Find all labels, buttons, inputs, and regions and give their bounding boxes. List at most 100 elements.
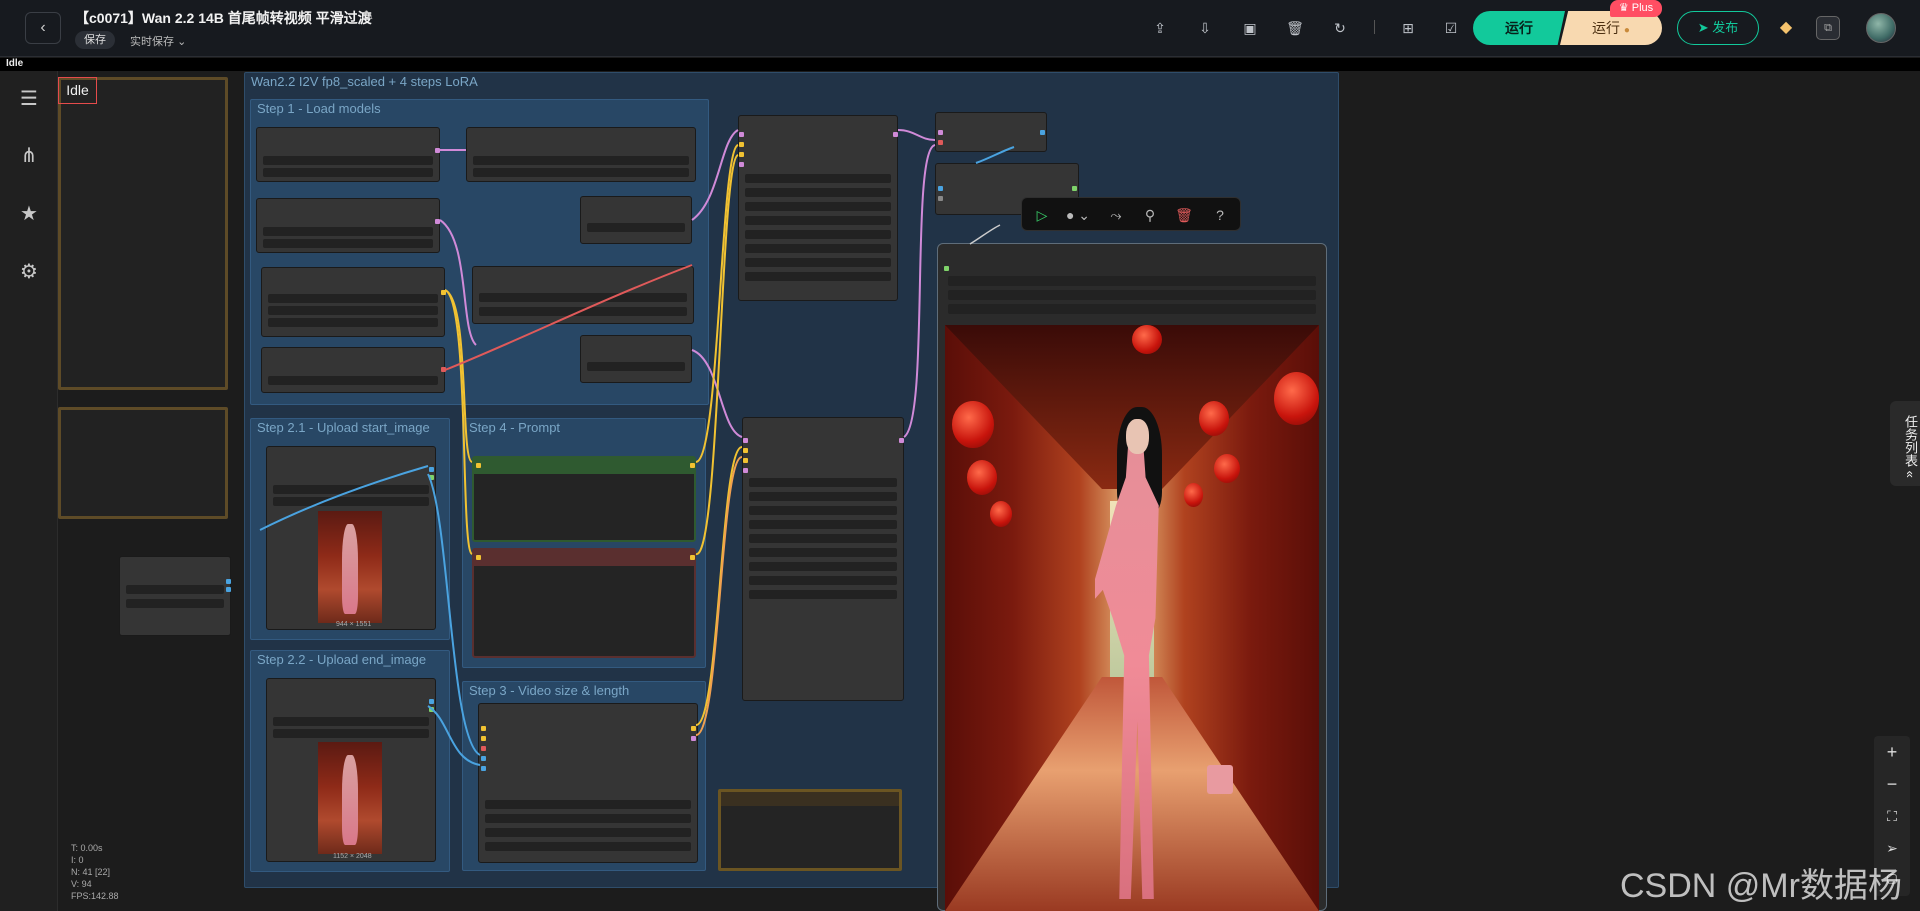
output-port[interactable] <box>435 148 440 153</box>
input-port[interactable] <box>938 140 943 145</box>
first-last-frame-node[interactable] <box>478 703 698 863</box>
output-port[interactable] <box>893 132 898 137</box>
input-port[interactable] <box>739 152 744 157</box>
download-icon[interactable]: ⇩ <box>1195 18 1215 38</box>
output-port[interactable] <box>690 463 695 468</box>
status-text-small: Idle <box>6 58 24 69</box>
lora-loader-node-2[interactable] <box>580 196 692 244</box>
edit-title-icon[interactable]: ✎ <box>363 8 374 24</box>
trash-icon[interactable]: 🗑 <box>1285 18 1305 38</box>
output-port[interactable] <box>691 736 696 741</box>
input-port[interactable] <box>481 746 486 751</box>
input-port[interactable] <box>481 736 486 741</box>
input-port[interactable] <box>743 448 748 453</box>
star-icon[interactable]: ★ <box>17 202 41 226</box>
node-widget <box>263 239 433 248</box>
locate-icon[interactable]: ➢ <box>1882 838 1902 858</box>
output-port[interactable] <box>435 219 440 224</box>
node-widget <box>263 168 433 177</box>
pin-icon[interactable]: ⚲ <box>1140 205 1160 225</box>
bypass-icon[interactable]: ⤳ <box>1106 205 1126 225</box>
input-port[interactable] <box>476 463 481 468</box>
node-widget <box>485 800 691 809</box>
load-image-node-left[interactable] <box>119 556 231 636</box>
vae-decode-node[interactable] <box>935 112 1047 152</box>
output-port[interactable] <box>441 367 446 372</box>
output-port[interactable] <box>429 699 434 704</box>
input-port[interactable] <box>739 132 744 137</box>
node-widget <box>948 304 1316 314</box>
fit-view-icon[interactable]: ⛶ <box>1882 806 1902 826</box>
settings-icon[interactable]: ⚙ <box>17 260 41 284</box>
gpu-icon[interactable]: ⧉ <box>1816 16 1840 40</box>
vae-loader-node[interactable] <box>261 347 446 393</box>
step21-group-title: Step 2.1 - Upload start_image <box>257 420 430 435</box>
brown-group-middle[interactable] <box>58 407 228 519</box>
input-port[interactable] <box>476 555 481 560</box>
grid-icon[interactable]: ⊞ <box>1398 18 1418 38</box>
input-port[interactable] <box>743 458 748 463</box>
input-port[interactable] <box>739 142 744 147</box>
output-port[interactable] <box>690 555 695 560</box>
output-port[interactable] <box>226 587 231 592</box>
output-port[interactable] <box>1040 130 1045 135</box>
unet-loader-node[interactable] <box>256 127 440 182</box>
input-port[interactable] <box>481 756 486 761</box>
input-port[interactable] <box>938 196 943 201</box>
ksampler-node-high[interactable] <box>738 115 898 301</box>
autosave-dropdown[interactable]: 实时保存 ⌄ <box>130 33 186 49</box>
model-sampling-node[interactable] <box>472 266 694 324</box>
video-preview-image <box>945 325 1319 911</box>
input-port[interactable] <box>743 438 748 443</box>
input-port[interactable] <box>938 186 943 191</box>
node-widget <box>268 294 438 303</box>
checklist-icon[interactable]: ☑ <box>1441 18 1461 38</box>
note-node[interactable] <box>718 789 902 871</box>
output-port[interactable] <box>441 290 446 295</box>
back-button[interactable]: ‹ <box>25 12 61 44</box>
save-button[interactable]: 保存 <box>75 31 115 49</box>
output-port[interactable] <box>691 726 696 731</box>
run-button[interactable]: 运行 <box>1473 11 1565 45</box>
document-list-icon[interactable]: ☰ <box>17 87 41 111</box>
ksampler-node-low[interactable] <box>742 417 904 701</box>
node-tree-icon[interactable]: ⋔ <box>17 144 41 168</box>
crown-icon: ♛ <box>1618 2 1629 14</box>
lantern <box>1214 453 1241 484</box>
input-port[interactable] <box>938 130 943 135</box>
lora-loader-node[interactable] <box>466 127 696 182</box>
task-list-tab[interactable]: 任务列表 « <box>1890 401 1920 486</box>
clip-loader-node[interactable] <box>261 267 446 337</box>
help-icon[interactable]: ? <box>1210 205 1230 225</box>
play-icon[interactable]: ▷ <box>1032 205 1052 225</box>
input-port[interactable] <box>944 266 949 271</box>
publish-button[interactable]: ➤ 发布 <box>1677 11 1759 45</box>
output-port[interactable] <box>226 579 231 584</box>
model-sampling-node-2[interactable] <box>580 335 692 383</box>
input-port[interactable] <box>739 162 744 167</box>
zoom-in-icon[interactable]: + <box>1882 742 1902 762</box>
upload-icon[interactable]: ⇪ <box>1150 18 1170 38</box>
node-toolbar: ▷ ● ⌄ ⤳ ⚲ 🗑 ? <box>1021 197 1241 231</box>
negative-prompt-node[interactable] <box>472 548 696 658</box>
output-port[interactable] <box>429 707 434 712</box>
unet-loader-node-2[interactable] <box>256 198 440 253</box>
input-port[interactable] <box>481 726 486 731</box>
output-port[interactable] <box>429 467 434 472</box>
node-widget <box>749 492 897 501</box>
avatar[interactable] <box>1866 13 1896 43</box>
output-port[interactable] <box>1072 186 1077 191</box>
gallery-icon[interactable]: ▣ <box>1240 18 1260 38</box>
node-header <box>474 458 694 474</box>
refresh-icon[interactable]: ↻ <box>1330 18 1350 38</box>
brown-group-top[interactable] <box>58 77 228 390</box>
diamond-icon[interactable]: ◆ <box>1777 19 1795 37</box>
input-port[interactable] <box>481 766 486 771</box>
delete-icon[interactable]: 🗑 <box>1174 205 1194 225</box>
input-port[interactable] <box>743 468 748 473</box>
color-picker-icon[interactable]: ● ⌄ <box>1064 205 1092 225</box>
output-port[interactable] <box>899 438 904 443</box>
zoom-out-icon[interactable]: − <box>1882 774 1902 794</box>
positive-prompt-node[interactable] <box>472 456 696 542</box>
output-port[interactable] <box>429 475 434 480</box>
